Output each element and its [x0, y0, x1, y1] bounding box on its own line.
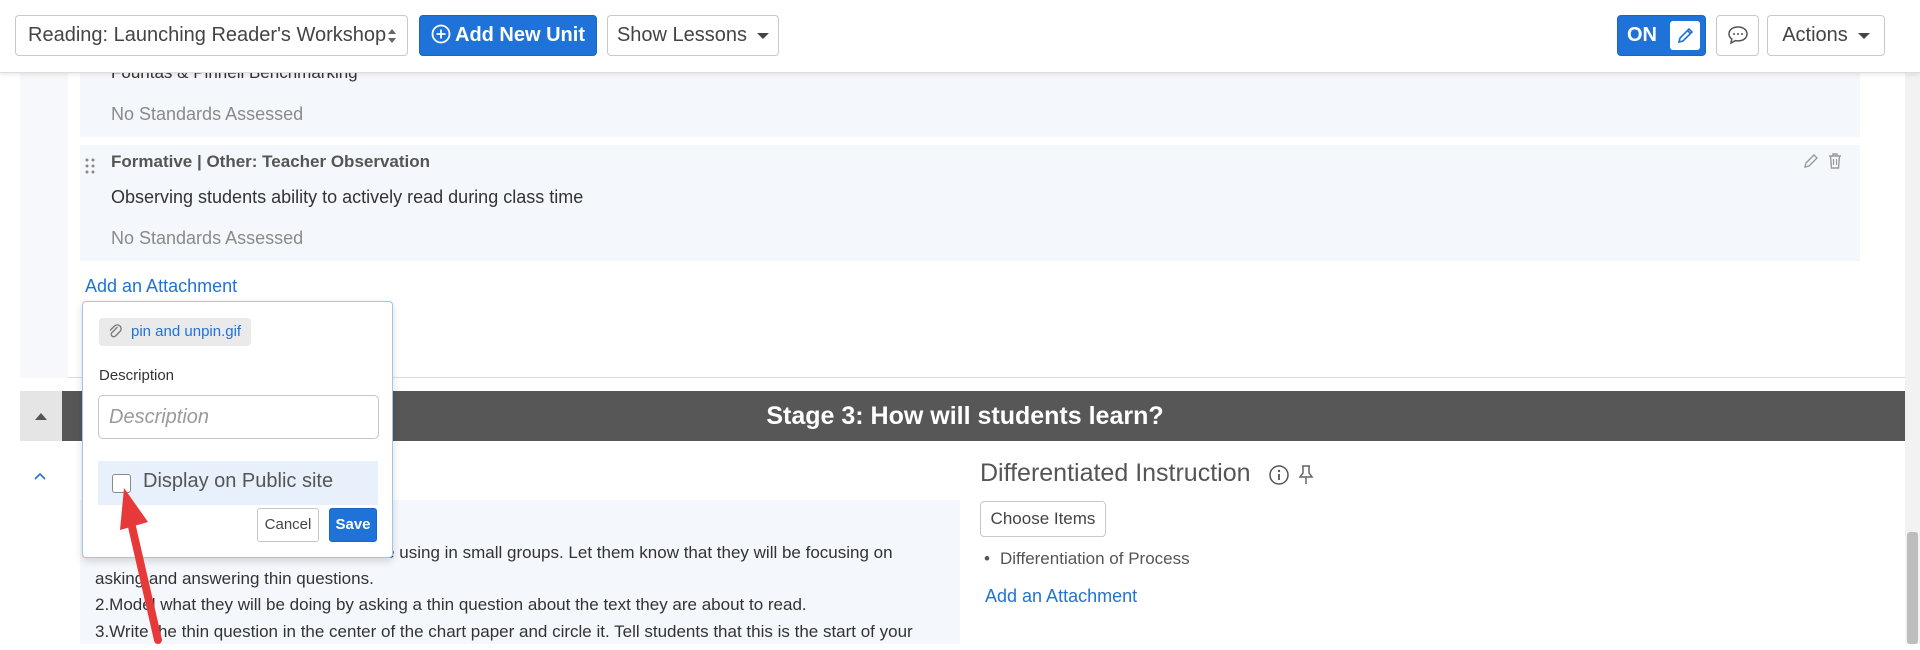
assessment-item: Formative | Other: Teacher Observation O…	[80, 145, 1860, 261]
standards-status: No Standards Assessed	[111, 104, 304, 124]
show-lessons-dropdown[interactable]: Show Lessons	[607, 15, 779, 56]
choose-items-button[interactable]: Choose Items	[980, 501, 1106, 537]
attached-file-chip[interactable]: pin and unpin.gif	[99, 318, 252, 346]
add-attachment-link[interactable]: Add an Attachment	[985, 586, 1137, 607]
choose-items-label: Choose Items	[990, 509, 1096, 528]
chevron-up-icon[interactable]	[32, 470, 48, 482]
assessment-title: Formative | Other: Teacher Observation	[111, 152, 431, 171]
differentiation-item: Differentiation of Process	[1000, 549, 1190, 568]
unit-select-label: Reading: Launching Reader's Workshop	[28, 24, 387, 46]
unit-select[interactable]: Reading: Launching Reader's Workshop	[15, 15, 408, 56]
edit-mode-label: ON	[1627, 24, 1657, 46]
annotation-arrow	[120, 488, 162, 644]
assessment-description: Observing students ability to actively r…	[111, 187, 584, 207]
chevron-down-icon	[1857, 32, 1870, 39]
comments-button[interactable]	[1716, 15, 1759, 56]
edit-mode-toggle[interactable]: ON	[1617, 15, 1706, 56]
description-label: Description	[99, 367, 175, 384]
top-toolbar: Reading: Launching Reader's Workshop Add…	[0, 0, 1920, 73]
scrollbar-thumb[interactable]	[1907, 532, 1918, 644]
plus-circle-icon	[431, 24, 451, 44]
add-new-unit-button[interactable]: Add New Unit	[419, 15, 597, 56]
cancel-label: Cancel	[264, 516, 312, 533]
cancel-button[interactable]: Cancel	[257, 508, 319, 542]
card-left-strip	[20, 60, 68, 378]
add-new-unit-label: Add New Unit	[455, 24, 585, 46]
speech-bubble-icon	[1727, 26, 1748, 45]
save-button[interactable]: Save	[329, 508, 377, 542]
paperclip-icon	[109, 324, 122, 338]
bullet: •	[984, 549, 990, 568]
pin-icon[interactable]	[1297, 464, 1315, 486]
show-lessons-label: Show Lessons	[616, 24, 748, 46]
standards-status: No Standards Assessed	[111, 228, 304, 248]
info-icon[interactable]	[1268, 464, 1290, 486]
pencil-icon	[1670, 21, 1700, 50]
actions-label: Actions	[1782, 24, 1848, 46]
add-attachment-link[interactable]: Add an Attachment	[85, 276, 237, 297]
actions-dropdown[interactable]: Actions	[1767, 15, 1885, 56]
save-label: Save	[335, 516, 371, 533]
differentiated-title: Differentiated Instruction	[980, 459, 1251, 487]
select-updown-icon	[388, 29, 396, 43]
description-input[interactable]	[98, 395, 379, 439]
edit-icon[interactable]	[1802, 152, 1820, 170]
drag-handle-icon[interactable]	[84, 157, 96, 175]
trash-icon[interactable]	[1827, 152, 1843, 170]
file-name: pin and unpin.gif	[131, 323, 242, 340]
chevron-down-icon	[757, 32, 770, 39]
